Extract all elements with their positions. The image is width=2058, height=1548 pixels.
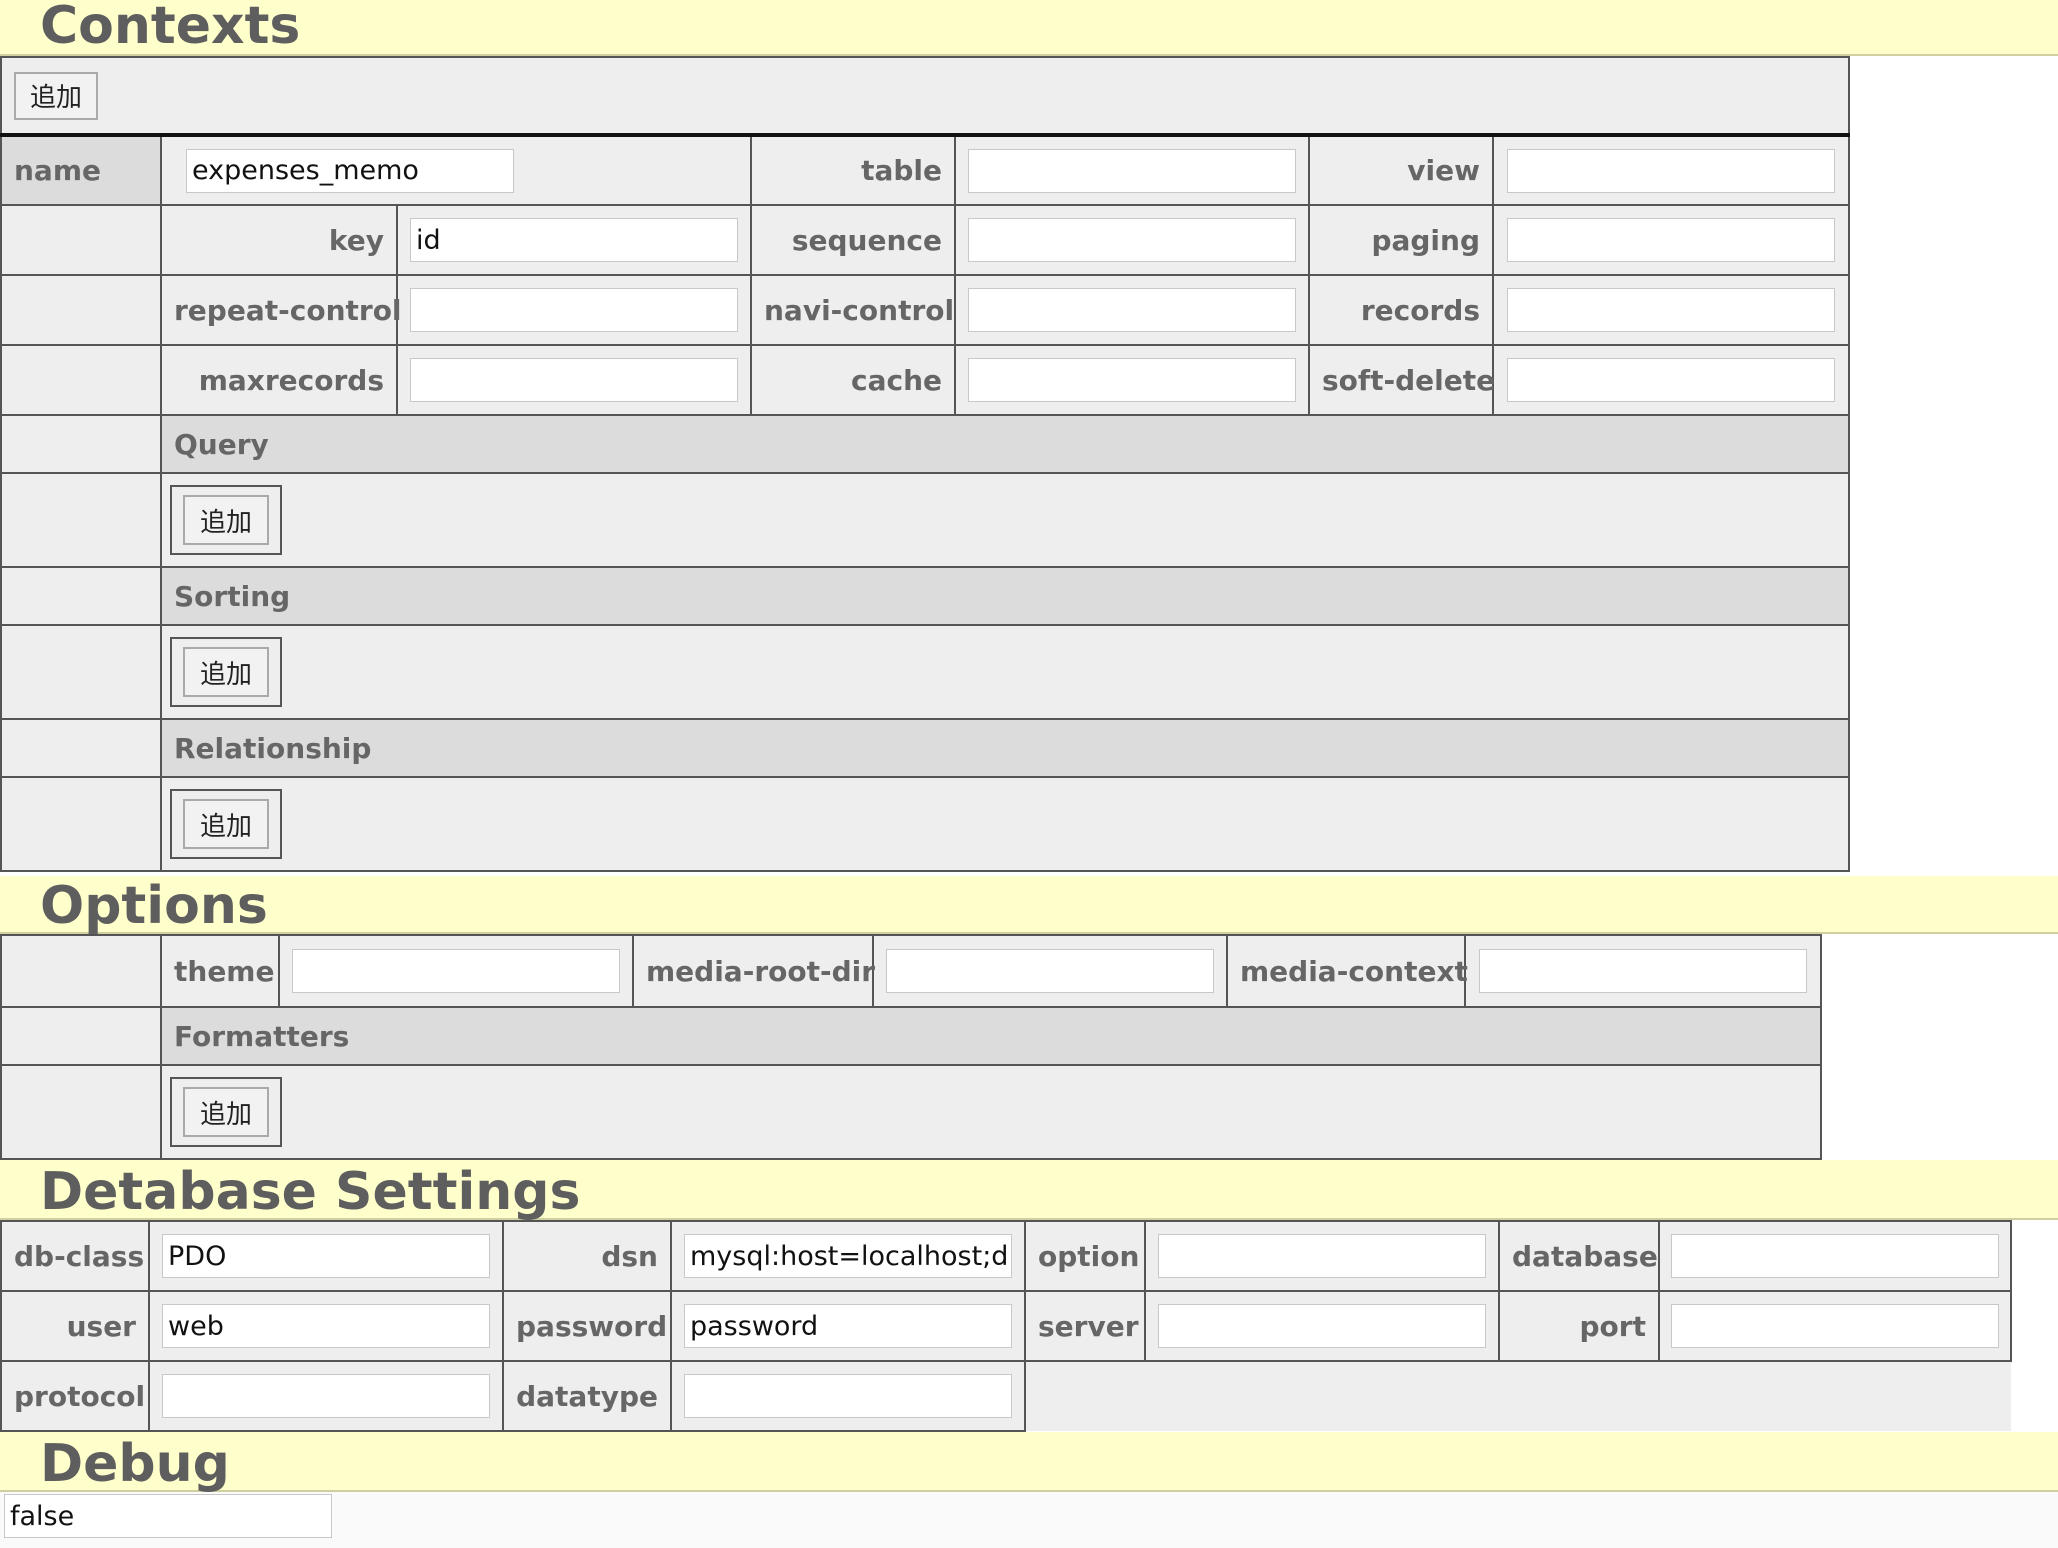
query-header: Query xyxy=(160,414,1850,474)
datatype-input[interactable] xyxy=(684,1374,1012,1418)
theme-input[interactable] xyxy=(292,949,620,993)
media-context-input[interactable] xyxy=(1479,949,1807,993)
option-label: option xyxy=(1024,1220,1146,1292)
options-title: Options xyxy=(40,876,268,936)
media-root-dir-label: media-root-dir xyxy=(632,934,875,1008)
paging-input[interactable] xyxy=(1507,218,1835,262)
contexts-table: 追加 name table view key sequence paging r… xyxy=(0,56,1850,872)
navi-control-label: navi-control xyxy=(750,274,956,346)
options-section-header: Options xyxy=(0,876,2058,934)
indent-cell xyxy=(0,204,162,276)
cache-input[interactable] xyxy=(968,358,1296,402)
server-label: server xyxy=(1024,1290,1146,1362)
database-title: Detabase Settings xyxy=(40,1162,581,1222)
password-input[interactable] xyxy=(684,1304,1012,1348)
sequence-label: sequence xyxy=(750,204,956,276)
relationship-add-button[interactable]: 追加 xyxy=(183,799,269,849)
records-label: records xyxy=(1308,274,1494,346)
datatype-label: datatype xyxy=(502,1360,672,1432)
port-label: port xyxy=(1498,1290,1660,1362)
indent-cell xyxy=(0,472,162,568)
contexts-toolbar: 追加 xyxy=(0,56,1850,137)
port-input[interactable] xyxy=(1671,1304,1999,1348)
repeat-control-input[interactable] xyxy=(410,288,738,332)
sorting-header: Sorting xyxy=(160,566,1850,626)
theme-label: theme xyxy=(160,934,280,1008)
server-input[interactable] xyxy=(1158,1304,1486,1348)
contexts-add-button[interactable]: 追加 xyxy=(14,71,98,120)
option-input[interactable] xyxy=(1158,1234,1486,1278)
sorting-add-button[interactable]: 追加 xyxy=(183,647,269,697)
user-input[interactable] xyxy=(162,1304,490,1348)
indent-cell xyxy=(0,1064,162,1160)
database-input[interactable] xyxy=(1671,1234,1999,1278)
database-section-header: Detabase Settings xyxy=(0,1160,2058,1220)
password-label: password xyxy=(502,1290,672,1362)
relationship-add-wrapper: 追加 xyxy=(170,789,282,859)
query-add-button[interactable]: 追加 xyxy=(183,495,269,545)
sequence-input[interactable] xyxy=(968,218,1296,262)
indent-cell xyxy=(0,344,162,416)
cache-label: cache xyxy=(750,344,956,416)
maxrecords-input[interactable] xyxy=(410,358,738,402)
indent-cell xyxy=(0,718,162,778)
indent-cell xyxy=(0,624,162,720)
name-label: name xyxy=(0,134,162,206)
media-context-label: media-context xyxy=(1226,934,1468,1008)
name-input[interactable] xyxy=(186,148,514,193)
soft-delete-input[interactable] xyxy=(1507,358,1835,402)
records-input[interactable] xyxy=(1507,288,1835,332)
key-label: key xyxy=(160,204,398,276)
indent-cell xyxy=(0,776,162,872)
formatters-add-button[interactable]: 追加 xyxy=(183,1087,269,1137)
debug-section-header: Debug xyxy=(0,1432,2058,1492)
soft-delete-label: soft-delete xyxy=(1308,344,1495,416)
protocol-input[interactable] xyxy=(162,1374,490,1418)
indent-cell xyxy=(0,274,162,346)
media-root-dir-input[interactable] xyxy=(886,949,1214,993)
view-input[interactable] xyxy=(1507,148,1835,193)
navi-control-input[interactable] xyxy=(968,288,1296,332)
relationship-header: Relationship xyxy=(160,718,1850,778)
debug-row xyxy=(0,1492,2058,1548)
formatters-add-wrapper: 追加 xyxy=(170,1077,282,1147)
indent-cell xyxy=(0,566,162,626)
db-class-input[interactable] xyxy=(162,1234,490,1278)
table-input[interactable] xyxy=(968,148,1296,193)
paging-label: paging xyxy=(1308,204,1494,276)
maxrecords-label: maxrecords xyxy=(160,344,398,416)
formatters-header: Formatters xyxy=(160,1006,1822,1066)
contexts-section-header: Contexts xyxy=(0,0,2058,56)
key-input[interactable] xyxy=(410,218,738,262)
sorting-add-wrapper: 追加 xyxy=(170,637,282,707)
user-label: user xyxy=(0,1290,150,1362)
empty-cell xyxy=(1025,1361,2011,1431)
contexts-title: Contexts xyxy=(40,0,301,56)
db-class-label: db-class xyxy=(0,1220,150,1292)
indent-cell xyxy=(0,1006,162,1066)
indent-cell xyxy=(0,414,162,474)
dsn-label: dsn xyxy=(502,1220,672,1292)
protocol-label: protocol xyxy=(0,1360,150,1432)
dsn-input[interactable] xyxy=(684,1234,1012,1278)
repeat-control-label: repeat-control xyxy=(160,274,402,346)
table-label: table xyxy=(750,134,956,206)
options-table: theme media-root-dir media-context Forma… xyxy=(0,934,1822,1160)
database-label: database xyxy=(1498,1220,1660,1292)
view-label: view xyxy=(1308,134,1494,206)
query-add-wrapper: 追加 xyxy=(170,485,282,555)
debug-title: Debug xyxy=(40,1434,230,1494)
debug-input[interactable] xyxy=(4,1494,332,1538)
indent-cell xyxy=(0,934,162,1008)
database-table: db-class dsn option database user passwo… xyxy=(0,1220,2012,1432)
